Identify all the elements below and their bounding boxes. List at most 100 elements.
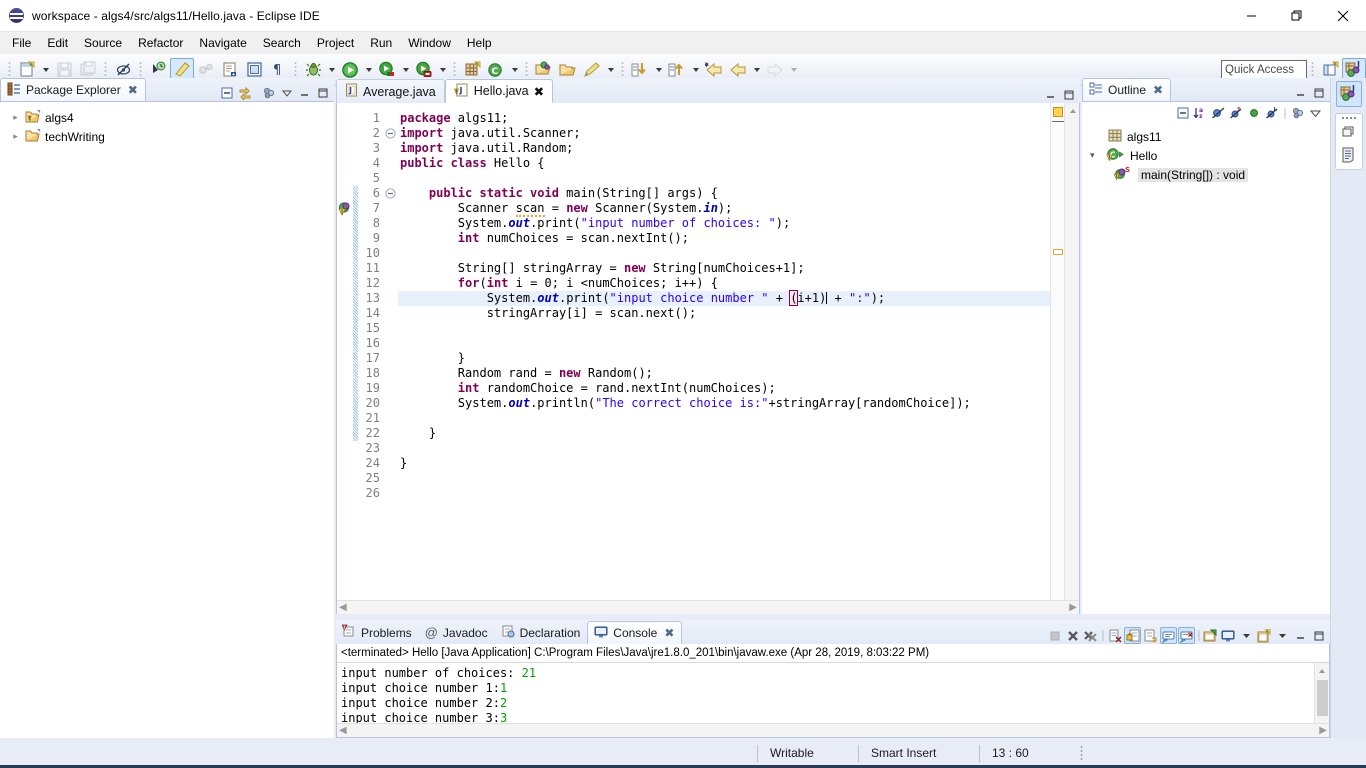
menu-refactor[interactable]: Refactor bbox=[130, 33, 191, 54]
editor-annotation-ruler[interactable] bbox=[1050, 103, 1064, 613]
hide-local-types-icon[interactable]: L bbox=[1264, 105, 1281, 122]
menu-navigate[interactable]: Navigate bbox=[191, 33, 254, 54]
menu-help[interactable]: Help bbox=[459, 33, 500, 54]
menu-project[interactable]: Project bbox=[309, 33, 362, 54]
word-wrap-icon[interactable] bbox=[1142, 627, 1159, 644]
code-line[interactable] bbox=[398, 336, 1050, 351]
console-output-text[interactable]: input number of choices: 21input choice … bbox=[337, 663, 1314, 723]
warning-marker-icon[interactable]: ! bbox=[338, 201, 353, 216]
editor-marker-gutter[interactable]: ! bbox=[337, 103, 353, 613]
close-button[interactable] bbox=[1320, 0, 1366, 32]
minimize-button[interactable] bbox=[1228, 0, 1274, 32]
tab-package-explorer[interactable]: Package Explorer ✖ bbox=[0, 78, 146, 101]
maximize-icon[interactable] bbox=[314, 84, 331, 101]
code-line[interactable]: int randomChoice = rand.nextInt(numChoic… bbox=[398, 381, 1050, 396]
close-icon[interactable]: ✖ bbox=[534, 84, 544, 99]
minimize-icon[interactable] bbox=[296, 84, 313, 101]
code-line[interactable]: import java.util.Scanner; bbox=[398, 126, 1050, 141]
sort-alphabetically-icon[interactable]: az bbox=[1192, 105, 1209, 122]
code-line[interactable]: import java.util.Random; bbox=[398, 141, 1050, 156]
collapse-all-icon[interactable] bbox=[218, 84, 235, 101]
code-line[interactable] bbox=[398, 171, 1050, 186]
display-selected-console-dropdown-icon[interactable] bbox=[1238, 627, 1255, 644]
code-line[interactable] bbox=[398, 246, 1050, 261]
maximize-icon[interactable] bbox=[1060, 86, 1077, 103]
code-line[interactable]: } bbox=[398, 456, 1050, 471]
menu-file[interactable]: File bbox=[4, 33, 39, 54]
pin-console-icon[interactable] bbox=[1202, 627, 1219, 644]
tree-item-techwriting[interactable]: ▸ techWriting bbox=[4, 127, 334, 146]
menu-run[interactable]: Run bbox=[362, 33, 400, 54]
scroll-up-icon[interactable] bbox=[1315, 663, 1330, 678]
code-line[interactable]: for(int i = 0; i <numChoices; i++) { bbox=[398, 276, 1050, 291]
collapse-all-icon[interactable] bbox=[1174, 105, 1191, 122]
scroll-left-icon[interactable]: ◀ bbox=[339, 602, 347, 613]
hide-fields-icon[interactable] bbox=[1210, 105, 1227, 122]
scroll-up-icon[interactable] bbox=[1065, 103, 1080, 118]
code-line[interactable] bbox=[398, 411, 1050, 426]
tab-average-java[interactable]: J Average.java bbox=[336, 79, 445, 103]
code-line[interactable] bbox=[398, 441, 1050, 456]
java-perspective-icon[interactable]: J bbox=[1336, 81, 1362, 107]
show-console-on-output-icon[interactable] bbox=[1160, 627, 1177, 644]
chevron-down-icon[interactable]: ▾ bbox=[1090, 150, 1102, 161]
code-line[interactable]: Random rand = new Random(); bbox=[398, 366, 1050, 381]
status-resize-grip[interactable] bbox=[1080, 745, 1083, 761]
tree-item-algs4[interactable]: ▸ ! algs4 bbox=[4, 108, 334, 127]
console-horizontal-scrollbar[interactable]: ◀ ▶ bbox=[337, 723, 1329, 737]
minimize-icon[interactable] bbox=[1042, 86, 1059, 103]
fold-collapse-icon[interactable] bbox=[385, 128, 396, 139]
code-line[interactable]: String[] stringArray = new String[numCho… bbox=[398, 261, 1050, 276]
scroll-right-icon[interactable]: ▶ bbox=[1069, 602, 1077, 613]
fold-collapse-icon[interactable] bbox=[385, 188, 396, 199]
clear-console-icon[interactable] bbox=[1106, 627, 1123, 644]
annotation-overview-marker[interactable] bbox=[1053, 107, 1063, 117]
menu-edit[interactable]: Edit bbox=[39, 33, 76, 54]
code-line[interactable]: package algs11; bbox=[398, 111, 1050, 126]
code-line[interactable] bbox=[398, 486, 1050, 501]
menu-search[interactable]: Search bbox=[255, 33, 309, 54]
minimize-icon[interactable] bbox=[1292, 627, 1309, 644]
code-line[interactable]: Scanner scan = new Scanner(System.in); bbox=[398, 201, 1050, 216]
remove-launch-icon[interactable] bbox=[1064, 627, 1081, 644]
code-line[interactable] bbox=[398, 471, 1050, 486]
menu-source[interactable]: Source bbox=[76, 33, 130, 54]
tab-problems[interactable]: ! Problems bbox=[336, 621, 419, 644]
scroll-lock-icon[interactable] bbox=[1124, 627, 1141, 644]
view-menu-icon[interactable] bbox=[260, 84, 277, 101]
maximize-restore-button[interactable] bbox=[1274, 0, 1320, 32]
remove-all-terminated-icon[interactable] bbox=[1082, 627, 1099, 644]
code-line[interactable]: } bbox=[398, 351, 1050, 366]
chevron-right-icon[interactable]: ▸ bbox=[10, 112, 21, 123]
close-icon[interactable]: ✖ bbox=[1153, 83, 1163, 97]
editor-horizontal-scrollbar[interactable]: ◀ ▶ bbox=[337, 600, 1079, 614]
code-line[interactable]: System.out.println("The correct choice i… bbox=[398, 396, 1050, 411]
maximize-icon[interactable] bbox=[1310, 627, 1327, 644]
view-menu-icon[interactable] bbox=[1307, 105, 1324, 122]
view-menu-arrow-icon[interactable] bbox=[278, 84, 295, 101]
document-outline-icon[interactable] bbox=[1341, 147, 1356, 166]
console-vertical-scrollbar[interactable] bbox=[1314, 663, 1329, 723]
editor-code-area[interactable]: package algs11;import java.util.Scanner;… bbox=[398, 103, 1050, 613]
display-selected-console-icon[interactable] bbox=[1220, 627, 1237, 644]
drag-handle-icon[interactable] bbox=[1342, 117, 1356, 119]
outline-item-algs11[interactable]: algs11 bbox=[1082, 127, 1330, 146]
link-with-editor-icon[interactable] bbox=[1289, 105, 1306, 122]
code-line[interactable]: System.out.print("input number of choice… bbox=[398, 216, 1050, 231]
link-with-editor-icon[interactable] bbox=[236, 84, 253, 101]
tab-declaration[interactable]: Declaration bbox=[495, 621, 588, 644]
annotation-warning-marker[interactable] bbox=[1053, 249, 1063, 255]
outline-item-hello[interactable]: ▾ C! Hello bbox=[1082, 146, 1330, 165]
open-console-dropdown-icon[interactable] bbox=[1274, 627, 1291, 644]
show-console-on-error-icon[interactable] bbox=[1178, 627, 1195, 644]
code-line[interactable]: public class Hello { bbox=[398, 156, 1050, 171]
tab-console[interactable]: Console ✖ bbox=[587, 621, 682, 644]
close-icon[interactable]: ✖ bbox=[664, 626, 674, 640]
code-line[interactable]: System.out.print("input choice number " … bbox=[398, 291, 1050, 306]
open-console-icon[interactable] bbox=[1256, 627, 1273, 644]
restore-view-icon[interactable] bbox=[1342, 125, 1356, 142]
editor-folding-gutter[interactable] bbox=[384, 103, 398, 613]
maximize-icon[interactable] bbox=[1310, 84, 1327, 101]
outline-item-main-method[interactable]: !S main(String[]) : void bbox=[1082, 165, 1330, 184]
code-line[interactable]: int numChoices = scan.nextInt(); bbox=[398, 231, 1050, 246]
